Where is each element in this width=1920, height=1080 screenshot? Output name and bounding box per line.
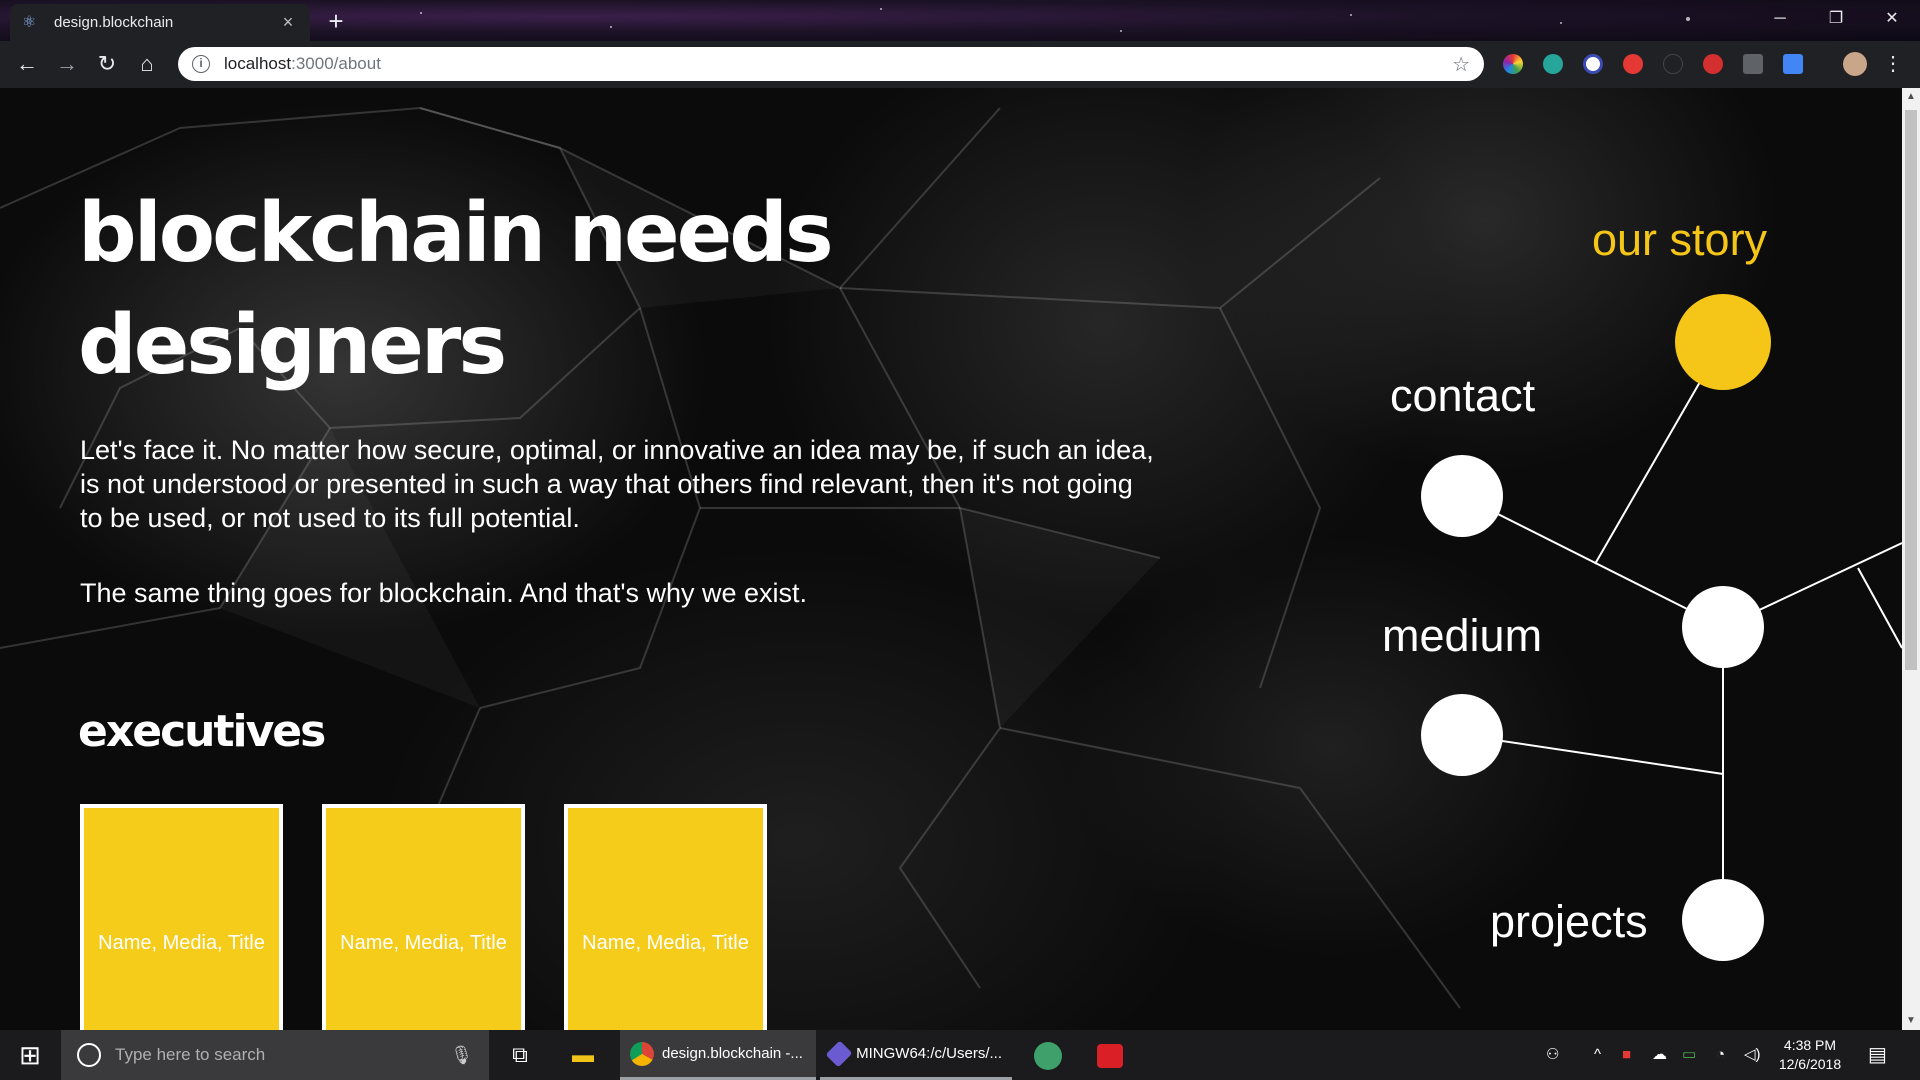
- menu-kebab-icon[interactable]: ⋮: [1876, 47, 1910, 81]
- tray-app-icon[interactable]: ■: [1622, 1030, 1631, 1080]
- volume-icon[interactable]: ◁): [1744, 1030, 1761, 1080]
- taskbar-app-chrome[interactable]: design.blockchain -...: [620, 1030, 816, 1080]
- adblock-plus-icon[interactable]: [1623, 54, 1643, 74]
- bookmark-star-icon[interactable]: ☆: [1452, 52, 1470, 77]
- medium-node[interactable]: [1421, 694, 1503, 776]
- contact-node[interactable]: [1421, 455, 1503, 537]
- clock-time: 4:38 PM: [1783, 1037, 1837, 1053]
- taskbar-app-git-bash[interactable]: MINGW64:/c/Users/...: [820, 1030, 1012, 1080]
- reload-icon[interactable]: ↻: [90, 47, 124, 81]
- profile-avatar[interactable]: [1843, 52, 1867, 76]
- page-viewport: blockchain needs designers Let's face it…: [0, 88, 1902, 1030]
- browser-tab-strip: ⚛ design.blockchain × + ─ ❐ ✕: [0, 0, 1920, 41]
- site-info-icon[interactable]: i: [192, 55, 210, 73]
- cortana-icon: [77, 1043, 101, 1067]
- hub-node: [1682, 586, 1764, 668]
- onedrive-icon[interactable]: ☁: [1652, 1030, 1667, 1080]
- taskbar-app-label: MINGW64:/c/Users/...: [856, 1045, 1002, 1062]
- nav-projects[interactable]: projects: [1490, 896, 1648, 948]
- url-path: :3000/about: [291, 54, 381, 73]
- close-window-button[interactable]: ✕: [1864, 0, 1920, 37]
- dark-extension-icon[interactable]: [1663, 54, 1683, 74]
- vertical-scrollbar[interactable]: ▲ ▼: [1902, 88, 1920, 1030]
- browser-toolbar: ← → ↻ ⌂ i localhost:3000/about ☆ ⋮: [0, 41, 1920, 88]
- creative-cloud-icon[interactable]: [1082, 1030, 1138, 1080]
- address-bar[interactable]: i localhost:3000/about ☆: [178, 47, 1484, 81]
- search-placeholder: Type here to search: [115, 1045, 266, 1064]
- clock-date: 12/6/2018: [1778, 1056, 1842, 1072]
- file-explorer-icon[interactable]: ▬: [555, 1030, 611, 1080]
- system-clock[interactable]: 4:38 PM 12/6/2018: [1768, 1036, 1852, 1074]
- browser-tab[interactable]: ⚛ design.blockchain ×: [10, 4, 310, 41]
- scroll-up-icon[interactable]: ▲: [1902, 88, 1920, 106]
- nav-medium[interactable]: medium: [1382, 610, 1542, 662]
- minimize-button[interactable]: ─: [1752, 0, 1808, 37]
- home-icon[interactable]: ⌂: [130, 47, 164, 81]
- scroll-down-icon[interactable]: ▼: [1902, 1012, 1920, 1030]
- translate-extension-icon[interactable]: [1783, 54, 1803, 74]
- battery-icon[interactable]: ▭: [1682, 1030, 1696, 1080]
- restore-button[interactable]: ❐: [1808, 0, 1864, 37]
- teal-extension-icon[interactable]: [1543, 54, 1563, 74]
- url-host: localhost: [224, 54, 292, 73]
- shield-extension-icon[interactable]: [1703, 54, 1723, 74]
- windows-taskbar: ⊞ Type here to search 🎙 ⧉ ▬ design.block…: [0, 1030, 1920, 1080]
- microphone-icon[interactable]: 🎙: [450, 1045, 473, 1066]
- rocket-extension-icon[interactable]: [1743, 54, 1763, 74]
- react-favicon-icon: ⚛: [22, 13, 37, 31]
- chrome-icon: [630, 1041, 654, 1066]
- color-picker-extension-icon[interactable]: [1503, 54, 1523, 74]
- action-center-icon[interactable]: ▤: [1868, 1030, 1887, 1080]
- blocker-extension-icon[interactable]: [1583, 54, 1603, 74]
- people-icon[interactable]: ⚇: [1546, 1030, 1559, 1080]
- windows-start-icon[interactable]: ⊞: [0, 1030, 60, 1080]
- nav-our-story[interactable]: our story: [1592, 214, 1767, 266]
- back-icon[interactable]: ←: [10, 47, 44, 81]
- wifi-icon[interactable]: ◔: [1716, 1030, 1725, 1080]
- taskbar-search-box[interactable]: Type here to search 🎙: [61, 1030, 489, 1080]
- show-hidden-icons-chevron-icon[interactable]: ^: [1594, 1030, 1601, 1080]
- forward-icon[interactable]: →: [50, 47, 84, 81]
- new-tab-button[interactable]: +: [318, 7, 354, 35]
- scroll-thumb[interactable]: [1905, 110, 1917, 670]
- taskbar-app-label: design.blockchain -...: [662, 1045, 803, 1062]
- tab-close-icon[interactable]: ×: [278, 12, 298, 33]
- atom-icon[interactable]: [1020, 1030, 1076, 1080]
- projects-node[interactable]: [1682, 879, 1764, 961]
- nav-contact[interactable]: contact: [1390, 370, 1535, 422]
- tab-title: design.blockchain: [54, 14, 174, 31]
- task-view-icon[interactable]: ⧉: [492, 1030, 548, 1080]
- git-bash-icon: [825, 1040, 853, 1067]
- our-story-node[interactable]: [1675, 294, 1771, 390]
